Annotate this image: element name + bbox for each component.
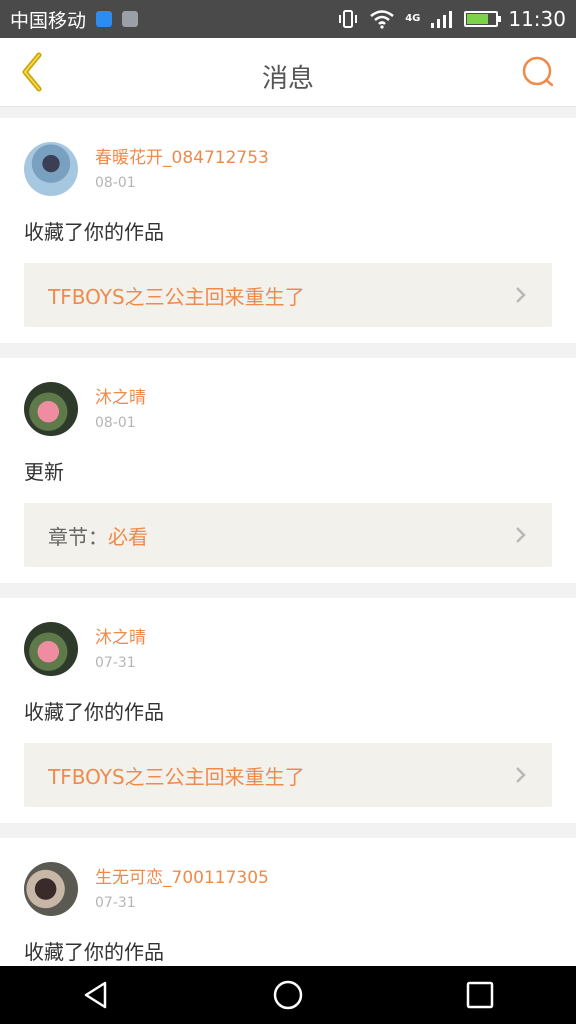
battery-fill bbox=[467, 14, 489, 24]
signal-icon bbox=[431, 11, 453, 28]
message-action: 收藏了你的作品 bbox=[24, 700, 164, 724]
system-nav-bar bbox=[0, 966, 576, 1024]
square-recents-icon bbox=[466, 981, 494, 1009]
username[interactable]: 春暖花开_084712753 bbox=[95, 147, 269, 169]
message-date: 08-01 bbox=[95, 415, 136, 431]
circle-home-icon bbox=[273, 980, 303, 1010]
chevron-right-icon bbox=[514, 285, 528, 305]
message-item[interactable]: 生无可恋_700117305 07-31 收藏了你的作品 bbox=[0, 838, 576, 966]
message-date: 07-31 bbox=[95, 895, 136, 911]
search-button[interactable] bbox=[518, 52, 558, 92]
app-notification-icon bbox=[96, 11, 113, 27]
avatar[interactable] bbox=[24, 382, 78, 436]
message-action: 收藏了你的作品 bbox=[24, 220, 164, 244]
triangle-back-icon bbox=[84, 981, 107, 1009]
chevron-right-icon bbox=[514, 525, 528, 545]
work-title: TFBOYS之三公主回来重生了 bbox=[48, 764, 305, 789]
message-action: 更新 bbox=[24, 460, 64, 484]
message-date: 08-01 bbox=[95, 175, 136, 191]
message-item[interactable]: 沐之晴 08-01 更新 章节： 必看 bbox=[0, 358, 576, 583]
chapter-title: 必看 bbox=[108, 524, 148, 549]
message-item[interactable]: 沐之晴 07-31 收藏了你的作品 TFBOYS之三公主回来重生了 bbox=[0, 598, 576, 823]
message-list[interactable]: 春暖花开_084712753 08-01 收藏了你的作品 TFBOYS之三公主回… bbox=[0, 118, 576, 966]
chapter-label: 章节： bbox=[48, 524, 108, 549]
clock: 11:30 bbox=[508, 7, 566, 31]
network-type-label: 4G bbox=[405, 13, 421, 24]
nav-recents-button[interactable] bbox=[450, 970, 510, 1020]
battery-icon bbox=[464, 11, 502, 27]
nav-back-button[interactable] bbox=[66, 970, 126, 1020]
status-bar: 中国移动 4G 11:30 bbox=[0, 0, 576, 38]
avatar[interactable] bbox=[24, 142, 78, 196]
work-title: TFBOYS之三公主回来重生了 bbox=[48, 284, 305, 309]
message-action: 收藏了你的作品 bbox=[24, 940, 164, 964]
search-icon bbox=[522, 56, 554, 87]
avatar[interactable] bbox=[24, 622, 78, 676]
message-item[interactable]: 春暖花开_084712753 08-01 收藏了你的作品 TFBOYS之三公主回… bbox=[0, 118, 576, 343]
vibrate-icon bbox=[339, 10, 358, 28]
carrier-name: 中国移动 bbox=[10, 9, 87, 32]
username[interactable]: 沐之晴 bbox=[95, 627, 146, 649]
nav-home-button[interactable] bbox=[258, 970, 318, 1020]
avatar[interactable] bbox=[24, 862, 78, 916]
image-notification-icon bbox=[122, 11, 139, 27]
chapter-link[interactable]: 章节： 必看 bbox=[24, 503, 552, 567]
wifi-icon bbox=[370, 10, 394, 29]
username[interactable]: 沐之晴 bbox=[95, 387, 146, 409]
work-link[interactable]: TFBOYS之三公主回来重生了 bbox=[24, 263, 552, 327]
message-date: 07-31 bbox=[95, 655, 136, 671]
username[interactable]: 生无可恋_700117305 bbox=[95, 867, 269, 889]
chevron-right-icon bbox=[514, 765, 528, 785]
app-header: 消息 bbox=[0, 38, 576, 107]
page-title: 消息 bbox=[261, 64, 314, 94]
work-link[interactable]: TFBOYS之三公主回来重生了 bbox=[24, 743, 552, 807]
